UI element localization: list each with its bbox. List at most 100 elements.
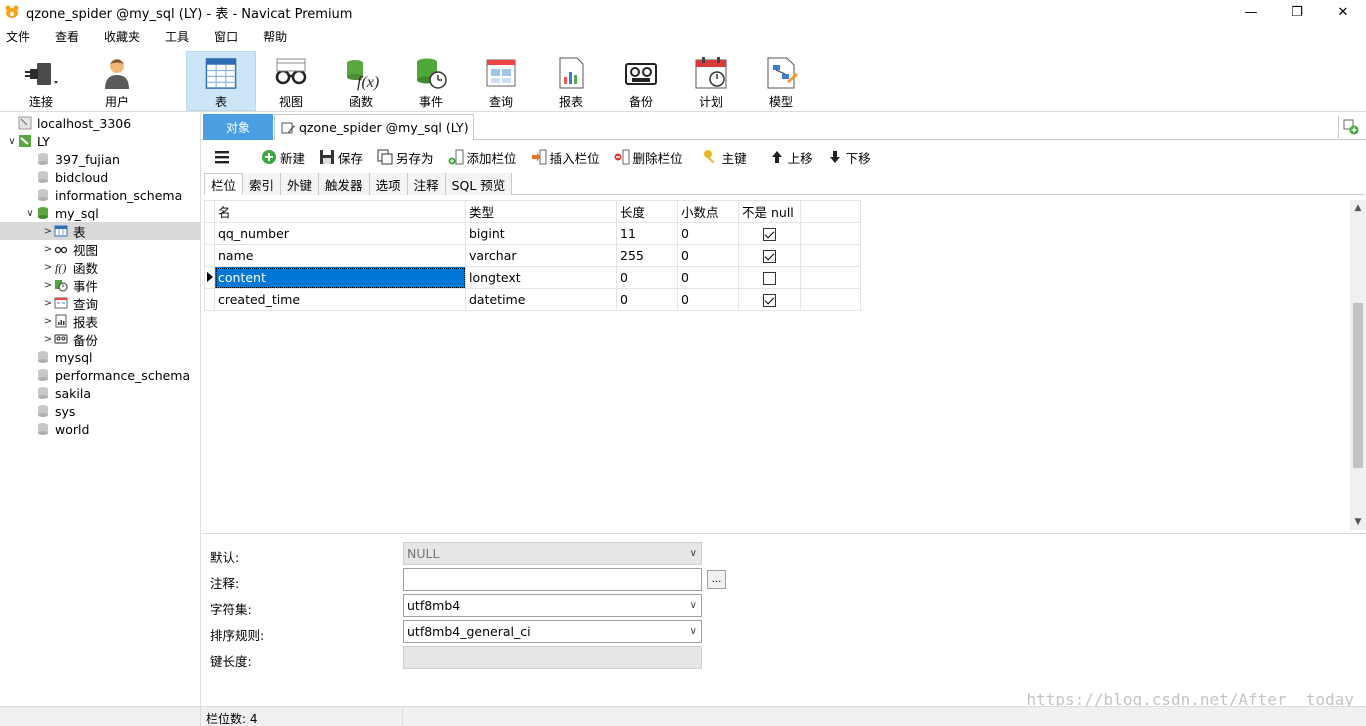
new-button[interactable]: 新建 (261, 148, 305, 167)
tree-item-reports[interactable]: > 报表 (0, 312, 200, 330)
tree-item-functions[interactable]: > f() 函数 (0, 258, 200, 276)
close-button[interactable]: ✕ (1320, 0, 1366, 24)
primary-key-button[interactable]: 主键 (703, 148, 747, 167)
menu-file[interactable]: 文件 (0, 28, 36, 45)
not-null-checkbox[interactable] (763, 228, 776, 241)
toolbar-backup-button[interactable]: 备份 (606, 51, 676, 111)
expand-arrow-icon[interactable]: > (42, 316, 54, 327)
expand-arrow-icon[interactable]: > (42, 244, 54, 255)
tree-item-sys[interactable]: sys (0, 402, 200, 420)
not-null-checkbox[interactable] (763, 272, 776, 285)
hamburger-menu-button[interactable] (214, 149, 233, 165)
toolbar-connection-button[interactable]: 连接 (6, 51, 76, 111)
tree-item-sakila[interactable]: sakila (0, 384, 200, 402)
cell-field-decimals[interactable]: 0 (677, 288, 739, 311)
tab-options[interactable]: 选项 (369, 173, 408, 195)
add-field-button[interactable]: 添加栏位 (448, 148, 517, 167)
column-header-length[interactable]: 长度 (616, 200, 678, 223)
grid-vertical-scrollbar[interactable]: ▲ ▼ (1350, 200, 1366, 530)
collation-select[interactable]: utf8mb4_general_ci ∨ (403, 620, 702, 643)
tree-item-ly[interactable]: ∨ LY (0, 132, 200, 150)
toolbar-view-button[interactable]: 视图 (256, 51, 326, 111)
toolbar-report-button[interactable]: 报表 (536, 51, 606, 111)
tab-triggers[interactable]: 触发器 (319, 173, 370, 195)
comment-edit-button[interactable]: ... (707, 570, 726, 589)
column-header-decimals[interactable]: 小数点 (677, 200, 739, 223)
tab-comment[interactable]: 注释 (407, 173, 446, 195)
toolbar-event-button[interactable]: 事件 (396, 51, 466, 111)
tree-item-tables[interactable]: > 表 (0, 222, 200, 240)
tree-item-queries[interactable]: > 查询 (0, 294, 200, 312)
toolbar-table-button[interactable]: 表 (186, 51, 256, 111)
cell-field-length[interactable]: 11 (616, 222, 678, 245)
toolbar-function-button[interactable]: f(x) 函数 (326, 51, 396, 111)
tree-item-my-sql[interactable]: ∨ my_sql (0, 204, 200, 222)
tree-item-world[interactable]: world (0, 420, 200, 438)
not-null-checkbox[interactable] (763, 294, 776, 307)
cell-field-type[interactable]: bigint (465, 222, 617, 245)
row-indicator[interactable] (204, 244, 215, 267)
cell-field-type[interactable]: longtext (465, 266, 617, 289)
toolbar-query-button[interactable]: 查询 (466, 51, 536, 111)
expand-arrow-icon[interactable]: > (42, 334, 54, 345)
tab-table-designer[interactable]: qzone_spider @my_sql (LY) (274, 114, 474, 140)
row-indicator[interactable] (204, 288, 215, 311)
cell-field-decimals[interactable]: 0 (677, 244, 739, 267)
cell-field-name[interactable]: qq_number (214, 222, 466, 245)
scroll-down-arrow-icon[interactable]: ▼ (1350, 514, 1366, 530)
toolbar-schedule-button[interactable]: 计划 (676, 51, 746, 111)
save-as-button[interactable]: 另存为 (377, 148, 434, 167)
tree-item-mysql[interactable]: mysql (0, 348, 200, 366)
minimize-button[interactable]: — (1228, 0, 1274, 24)
tab-objects[interactable]: 对象 (203, 114, 273, 140)
tree-item-localhost[interactable]: localhost_3306 (0, 114, 200, 132)
tree-item-performance-schema[interactable]: performance_schema (0, 366, 200, 384)
menu-view[interactable]: 查看 (49, 28, 85, 45)
tree-item-backups[interactable]: > 备份 (0, 330, 200, 348)
tab-indexes[interactable]: 索引 (243, 173, 282, 195)
comment-input[interactable] (403, 568, 702, 591)
scrollbar-thumb[interactable] (1353, 303, 1363, 468)
scroll-up-arrow-icon[interactable]: ▲ (1350, 200, 1366, 216)
move-up-button[interactable]: 上移 (769, 148, 813, 167)
tab-fields[interactable]: 栏位 (204, 173, 244, 195)
tree-item-397-fujian[interactable]: 397_fujian (0, 150, 200, 168)
insert-field-button[interactable]: 插入栏位 (531, 148, 600, 167)
tree-item-events[interactable]: > 事件 (0, 276, 200, 294)
cell-field-length[interactable]: 0 (616, 288, 678, 311)
cell-field-decimals[interactable]: 0 (677, 266, 739, 289)
tab-foreign-keys[interactable]: 外键 (281, 173, 320, 195)
tree-item-bidcloud[interactable]: bidcloud (0, 168, 200, 186)
column-header-name[interactable]: 名 (214, 200, 466, 223)
expand-arrow-icon[interactable]: > (42, 262, 54, 273)
cell-field-name[interactable]: content (214, 266, 466, 289)
row-indicator[interactable] (204, 266, 215, 289)
collapse-arrow-icon[interactable]: ∨ (6, 136, 18, 147)
row-indicator[interactable] (204, 222, 215, 245)
cell-field-length[interactable]: 0 (616, 266, 678, 289)
save-button[interactable]: 保存 (319, 148, 363, 167)
cell-field-name[interactable]: created_time (214, 288, 466, 311)
collapse-arrow-icon[interactable]: ∨ (24, 208, 36, 219)
cell-field-type[interactable]: varchar (465, 244, 617, 267)
menu-help[interactable]: 帮助 (257, 28, 293, 45)
tree-item-views[interactable]: > 视图 (0, 240, 200, 258)
column-header-not-null[interactable]: 不是 null (738, 200, 801, 223)
table-row-selected[interactable]: content longtext 0 0 (204, 266, 861, 289)
restore-button[interactable]: ❐ (1274, 0, 1320, 24)
move-down-button[interactable]: 下移 (827, 148, 871, 167)
expand-arrow-icon[interactable]: > (42, 280, 54, 291)
table-row[interactable]: name varchar 255 0 (204, 244, 861, 267)
menu-tools[interactable]: 工具 (159, 28, 195, 45)
toolbar-user-button[interactable]: 用户 (82, 51, 152, 111)
cell-field-name[interactable]: name (214, 244, 466, 267)
expand-arrow-icon[interactable]: > (42, 298, 54, 309)
tree-item-information-schema[interactable]: information_schema (0, 186, 200, 204)
delete-field-button[interactable]: 删除栏位 (614, 148, 683, 167)
cell-field-length[interactable]: 255 (616, 244, 678, 267)
new-object-button[interactable] (1338, 116, 1362, 138)
table-row[interactable]: qq_number bigint 11 0 (204, 222, 861, 245)
table-row[interactable]: created_time datetime 0 0 (204, 288, 861, 311)
menu-favorites[interactable]: 收藏夹 (98, 28, 146, 45)
not-null-checkbox[interactable] (763, 250, 776, 263)
